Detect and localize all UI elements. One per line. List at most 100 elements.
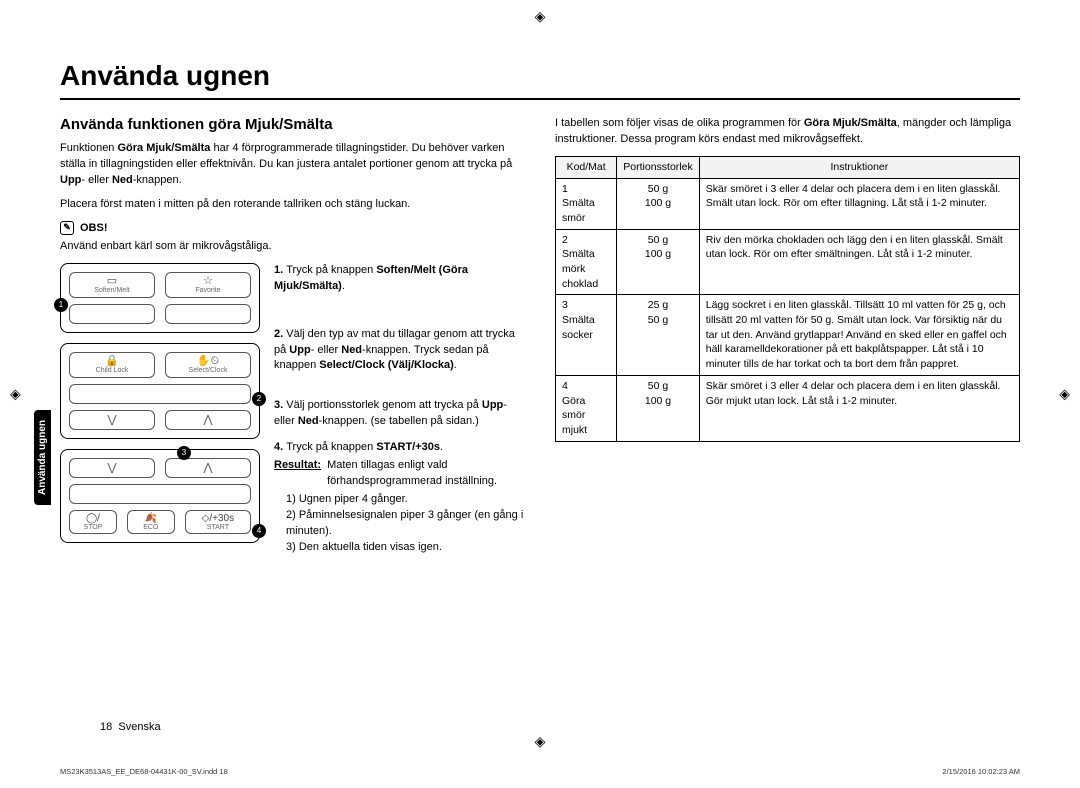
result-item: 1) Ugnen piper 4 gånger.: [286, 492, 525, 508]
crop-mark-icon: ◈: [10, 386, 21, 403]
callout-4: 4: [252, 524, 266, 538]
up-button: ⋀: [165, 458, 251, 478]
text: Tryck på knappen: [286, 441, 376, 453]
step-2: 2. Välj den typ av mat du tillagar genom…: [274, 327, 525, 375]
crop-mark-icon: ◈: [535, 733, 546, 750]
result-label: Resultat:: [274, 458, 321, 490]
button-label: Soften/Melt: [94, 287, 129, 294]
text: - eller: [311, 344, 342, 356]
cell-size: 50 g100 g: [617, 229, 699, 295]
eco-button: 🍂 ECO: [127, 510, 175, 534]
stop-button: ◯/ STOP: [69, 510, 117, 534]
doc-icon: ▭: [107, 276, 117, 287]
section-heading: Använda funktionen göra Mjuk/Smälta: [60, 116, 525, 133]
text: -knappen.: [133, 174, 182, 186]
cell-size: 50 g100 g: [617, 178, 699, 229]
control-panel-diagrams: ▭ Soften/Melt ☆ Favorite 1: [60, 263, 260, 566]
cell-instr: Lägg sockret i en liten glasskål. Tillsä…: [699, 295, 1019, 375]
button-label: STOP: [83, 524, 102, 531]
footer-left: MS23K3513AS_EE_DE68-04431K-00_SV.indd 18: [60, 767, 228, 776]
steps-text: 1. Tryck på knappen Soften/Melt (Göra Mj…: [274, 263, 525, 566]
cell-code: 1Smälta smör: [556, 178, 617, 229]
crop-mark-icon: ◈: [535, 8, 546, 25]
clock-icon: ✋⏲: [197, 356, 219, 367]
step-4: 4. Tryck på knappen START/+30s. Resultat…: [274, 440, 525, 556]
text: .: [440, 441, 443, 453]
th-size: Portionsstorlek: [617, 156, 699, 178]
cell-instr: Skär smöret i 3 eller 4 delar och placer…: [699, 375, 1019, 441]
cell-instr: Skär smöret i 3 eller 4 delar och placer…: [699, 178, 1019, 229]
callout-2: 2: [252, 392, 266, 406]
step-1: 1. Tryck på knappen Soften/Melt (Göra Mj…: [274, 263, 525, 295]
program-table: Kod/Mat Portionsstorlek Instruktioner 1S…: [555, 156, 1020, 442]
text: Tryck på knappen: [286, 264, 376, 276]
note-label: OBS!: [80, 222, 108, 234]
result-text: Maten tillagas enligt vald förhandsprogr…: [327, 458, 525, 490]
text: Ugnen piper 4 gånger.: [299, 493, 408, 505]
up-button: ⋀: [165, 410, 251, 430]
table-row: 3Smälta socker 25 g50 g Lägg sockret i e…: [556, 295, 1020, 375]
print-footer: MS23K3513AS_EE_DE68-04431K-00_SV.indd 18…: [60, 767, 1020, 776]
result-item: 3) Den aktuella tiden visas igen.: [286, 540, 525, 556]
left-column: Använda funktionen göra Mjuk/Smälta Funk…: [60, 116, 525, 566]
result-item: 2) Påminnelsesignalen piper 3 gånger (en…: [286, 508, 525, 540]
favorite-button: ☆ Favorite: [165, 272, 251, 298]
cell-code: 4Göra smör mjukt: [556, 375, 617, 441]
note-icon: ✎: [60, 221, 74, 235]
lock-icon: 🔒: [105, 356, 119, 367]
title-rule: [60, 98, 1020, 100]
footer-right: 2/15/2016 10:02:23 AM: [942, 767, 1020, 776]
callout-3: 3: [177, 446, 191, 460]
text: +30s: [212, 513, 234, 524]
cell-code: 2Smälta mörk choklad: [556, 229, 617, 295]
blank-button: [69, 304, 155, 324]
text-bold: Select/Clock (Välj/Klocka): [319, 359, 454, 371]
eco-icon: 🍂: [145, 513, 157, 524]
button-label: START: [207, 524, 229, 531]
down-button: ⋁: [69, 458, 155, 478]
button-label: Select/Clock: [189, 367, 228, 374]
star-icon: ☆: [203, 276, 213, 287]
display-bar: [69, 484, 251, 504]
table-intro: I tabellen som följer visas de olika pro…: [555, 116, 1020, 148]
cell-size: 50 g100 g: [617, 375, 699, 441]
stop-icon: ◯/: [86, 513, 100, 524]
panel-start: ⋁ ⋀ ◯/ STOP 🍂 ECO: [60, 449, 260, 543]
text: Den aktuella tiden visas igen.: [299, 541, 442, 553]
th-instr: Instruktioner: [699, 156, 1019, 178]
side-tab: Använda ugnen: [34, 410, 51, 505]
blank-button: [165, 304, 251, 324]
text: Funktionen: [60, 142, 117, 154]
text-bold: Ned: [298, 415, 319, 427]
select-clock-button: ✋⏲ Select/Clock: [165, 352, 251, 378]
text-bold: START/+30s: [376, 441, 440, 453]
button-label: ECO: [143, 524, 158, 531]
text: Välj portionsstorlek genom att trycka på: [286, 399, 482, 411]
text: I tabellen som följer visas de olika pro…: [555, 117, 804, 129]
text: Påminnelsesignalen piper 3 gånger (en gå…: [286, 509, 523, 537]
crop-mark-icon: ◈: [1059, 386, 1070, 403]
text: .: [454, 359, 457, 371]
text: -knappen. (se tabellen på sidan.): [319, 415, 479, 427]
page-number: 18 Svenska: [100, 721, 161, 733]
intro-paragraph-2: Placera först maten i mitten på den rote…: [60, 197, 525, 213]
callout-1: 1: [54, 298, 68, 312]
note-row: ✎ OBS!: [60, 221, 525, 235]
text-bold: Upp: [60, 174, 81, 186]
panel-select: 🔒 Child Lock ✋⏲ Select/Clock ⋁ ⋀: [60, 343, 260, 439]
text-bold: Göra Mjuk/Smälta: [117, 142, 210, 154]
start-button: ◇/+30s START: [185, 510, 251, 534]
table-row: 4Göra smör mjukt 50 g100 g Skär smöret i…: [556, 375, 1020, 441]
table-row: 2Smälta mörk choklad 50 g100 g Riv den m…: [556, 229, 1020, 295]
table-row: 1Smälta smör 50 g100 g Skär smöret i 3 e…: [556, 178, 1020, 229]
down-button: ⋁: [69, 410, 155, 430]
panel-soften: ▭ Soften/Melt ☆ Favorite 1: [60, 263, 260, 333]
right-column: I tabellen som följer visas de olika pro…: [555, 116, 1020, 566]
button-label: Child Lock: [96, 367, 129, 374]
cell-size: 25 g50 g: [617, 295, 699, 375]
cell-code: 3Smälta socker: [556, 295, 617, 375]
th-code: Kod/Mat: [556, 156, 617, 178]
display-bar: [69, 384, 251, 404]
soften-melt-button: ▭ Soften/Melt: [69, 272, 155, 298]
page-title: Använda ugnen: [60, 60, 1020, 92]
